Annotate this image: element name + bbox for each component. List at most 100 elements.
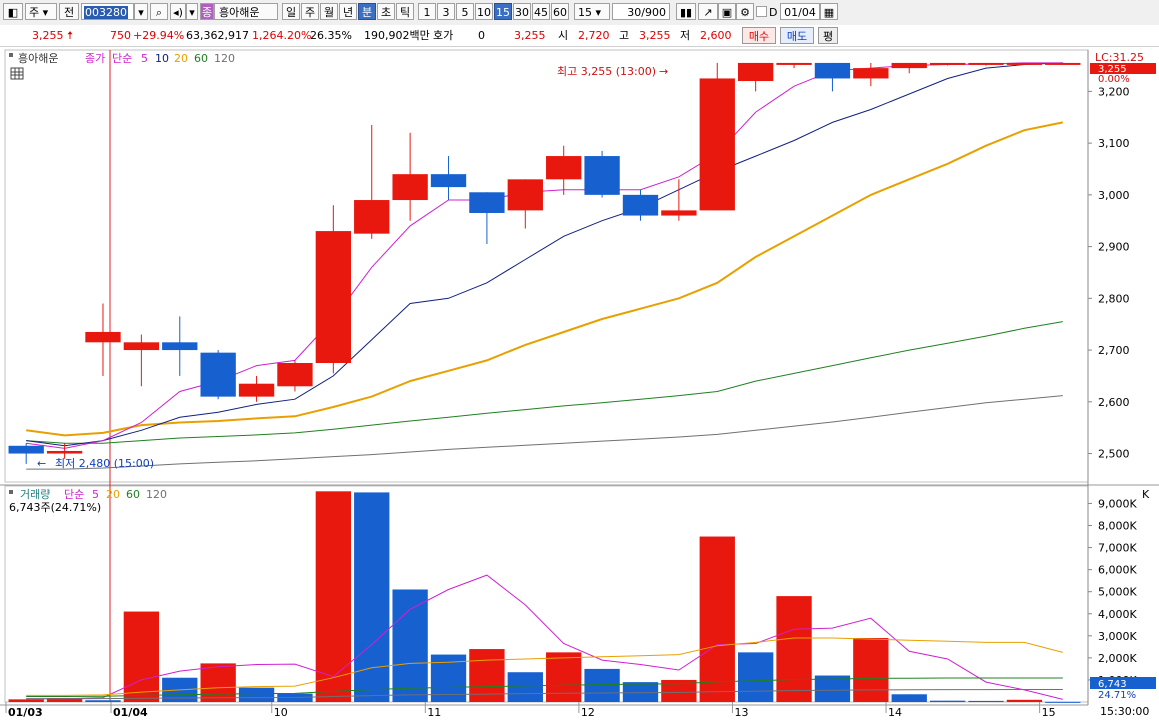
period-tab-분[interactable]: 분 [358,3,376,20]
volume-unit: K [1142,488,1150,501]
settings-gear-icon[interactable]: ⚙ [736,3,754,20]
speaker-dropdown-icon[interactable]: ▾ [186,3,198,20]
interval-tab-60[interactable]: 60 [551,3,569,20]
volume-bar [507,672,543,702]
volume-bar [968,700,1004,702]
x-label: 11 [427,706,441,719]
x-label: 13 [734,706,748,719]
candle-body [162,342,198,351]
y-label: 3,100 [1098,137,1130,150]
candle-body [622,194,659,216]
candle-body [46,450,83,454]
chart-area[interactable]: 01/03 01/04 10 11 12 13 14 15 2,500 2,600 2,700 2,8… [0,47,1159,726]
candle-body [853,68,889,79]
candle-body [123,342,160,351]
save-icon[interactable]: ▣ [718,3,736,20]
interval-tab-3[interactable]: 3 [437,3,455,20]
prev-button[interactable]: 전 [59,3,79,20]
calendar-icon[interactable]: ▦ [820,3,838,20]
stock-type-icon: 종 [200,3,214,20]
legend-ma5: 5 [141,52,148,65]
volume-y-label: 7,000K [1098,542,1137,555]
interval-tab-15[interactable]: 15 [494,3,512,20]
volume-legend-ma5: 5 [92,488,99,501]
interval-tab-10[interactable]: 10 [475,3,493,20]
search-icon[interactable]: ⌕ [150,3,168,20]
period-tab-초[interactable]: 초 [377,3,395,20]
indicator-icon[interactable]: ▮▮ [676,3,696,20]
candle-body [8,445,44,454]
period-tab-월[interactable]: 월 [320,3,338,20]
period-tab-주[interactable]: 주 [301,3,319,20]
current-price: 3,255 🠅 [32,29,74,42]
low-label: 저 [680,29,691,42]
volume-bar [853,638,889,702]
sell-button[interactable]: 매도 [780,27,814,44]
interval-tab-30[interactable]: 30 [513,3,531,20]
interval-select[interactable]: 15 ▾ [574,3,610,20]
volume-legend-ma120: 120 [146,488,167,501]
x-label: 10 [274,706,288,719]
date-checkbox[interactable] [756,6,767,17]
volume-ratio: 1,264.20% [252,29,312,42]
volume-legend-ma20: 20 [106,488,120,501]
draw-tool-icon[interactable]: ↗ [698,3,718,20]
legend-stock-name: 흥아해운 [18,51,58,65]
x-label: 14 [888,706,902,719]
y-label: 3,000 [1098,189,1130,202]
interval-tab-5[interactable]: 5 [456,3,474,20]
eval-button[interactable]: 평 [818,27,838,44]
volume-bar [891,694,927,702]
volume-bar [392,589,428,702]
candle-body [929,62,966,65]
y-label: 2,600 [1098,396,1130,409]
x-label: 01/03 [8,706,43,719]
high-label: 고 [619,29,630,42]
volume-legend-type: 단순 [64,488,84,501]
candle-body [546,156,582,180]
volume-bar [738,652,774,702]
interval-tab-45[interactable]: 45 [532,3,550,20]
volume-bar [699,536,735,702]
period-tab-일[interactable]: 일 [282,3,300,20]
candle-body [85,331,121,343]
volume-bar [1006,699,1043,702]
volume-bar [123,611,160,702]
volume-y-label: 2,000K [1098,652,1137,665]
x-label: 12 [581,706,595,719]
period-tab-틱[interactable]: 틱 [396,3,414,20]
date-input[interactable]: 01/04 [780,3,820,20]
speaker-icon[interactable]: ◂) [170,3,186,20]
code-dropdown-icon[interactable]: ▾ [134,3,148,20]
y-label: 3,200 [1098,85,1130,98]
volume-y-label: 6,000K [1098,564,1137,577]
code-input[interactable]: 003280 [81,3,134,20]
volume-y-label: 5,000K [1098,586,1137,599]
volume-y-label: 8,000K [1098,520,1137,533]
volume-y-label: 3,000K [1098,630,1137,643]
type-select[interactable]: 주 ▾ [25,3,57,20]
table-icon[interactable] [10,67,24,80]
period-tab-년[interactable]: 년 [339,3,357,20]
y-label: 2,900 [1098,241,1130,254]
interval-tab-1[interactable]: 1 [418,3,436,20]
volume-bar [315,491,351,702]
legend-ma20: 20 [174,52,188,65]
trade-amount: 190,902백만 [364,29,430,42]
candle-body [776,62,812,65]
time-end: 15:30:00 [1100,705,1149,718]
candle-body [699,78,735,211]
buy-button[interactable]: 매수 [742,27,776,44]
layout-icon[interactable]: ◧ [3,3,23,20]
x-label: 01/04 [113,706,148,719]
candle-body [968,62,1004,65]
candle-body [584,156,620,195]
count-input[interactable]: 30/900 [612,3,670,20]
volume-legend-ma60: 60 [126,488,140,501]
volume-bar [85,700,121,702]
volume-bar [622,682,659,702]
volume-last-pct: 24.71% [1098,690,1136,701]
volume-bar [200,663,236,702]
volume-y-label: 4,000K [1098,608,1137,621]
candle-body [238,383,275,397]
